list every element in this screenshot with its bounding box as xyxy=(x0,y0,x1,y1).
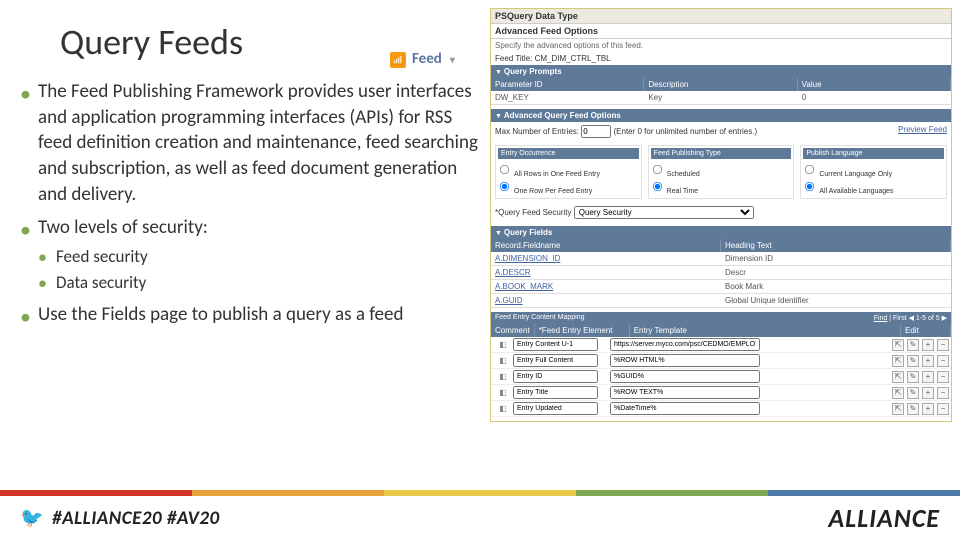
cell: Dimension ID xyxy=(721,252,951,265)
opt-hdr: Feed Publishing Type xyxy=(651,148,792,159)
add-icon[interactable]: + xyxy=(922,371,934,383)
cell: Descr xyxy=(721,266,951,279)
bullet-2: Two levels of security: Feed security Da… xyxy=(20,215,480,294)
col-heading: Heading Text xyxy=(721,239,951,252)
element-input[interactable] xyxy=(513,338,598,351)
comment-icon[interactable]: ◧ xyxy=(493,340,513,349)
query-fields-bar[interactable]: Query Fields xyxy=(491,226,951,239)
qfs-select[interactable]: Query Security xyxy=(574,206,754,219)
feed-title-row: Feed Title: CM_DIM_CTRL_TBL xyxy=(491,52,951,65)
comment-icon[interactable]: ◧ xyxy=(493,356,513,365)
cell: DW_KEY xyxy=(491,91,644,104)
footer: #ALLIANCE20 #AV20 ALLIANCE xyxy=(0,490,960,540)
element-input[interactable] xyxy=(513,386,598,399)
col-comment: Comment xyxy=(491,324,535,337)
lookup-icon[interactable]: ✎ xyxy=(907,387,919,399)
element-input[interactable] xyxy=(513,402,598,415)
del-icon[interactable]: − xyxy=(937,387,949,399)
comment-icon[interactable]: ◧ xyxy=(493,404,513,413)
lookup-icon[interactable]: ✎ xyxy=(907,355,919,367)
edit-icon[interactable]: ⇱ xyxy=(892,339,904,351)
query-prompts-bar[interactable]: Query Prompts xyxy=(491,65,951,78)
del-icon[interactable]: − xyxy=(937,339,949,351)
afo-subtitle: Specify the advanced options of this fee… xyxy=(491,39,951,52)
element-input[interactable] xyxy=(513,354,598,367)
edit-icon[interactable]: ⇱ xyxy=(892,355,904,367)
hashtags: #ALLIANCE20 #AV20 xyxy=(20,506,220,530)
lookup-icon[interactable]: ✎ xyxy=(907,339,919,351)
radio-realtime[interactable] xyxy=(653,182,662,191)
bullet-3: Use the Fields page to publish a query a… xyxy=(20,302,480,328)
field-link[interactable]: A.GUID xyxy=(495,296,523,305)
template-input[interactable] xyxy=(610,386,760,399)
max-entries-row: Max Number of Entries: (Enter 0 for unli… xyxy=(491,122,951,141)
find-link[interactable]: Find xyxy=(874,315,888,322)
element-input[interactable] xyxy=(513,370,598,383)
template-input[interactable] xyxy=(610,338,760,351)
edit-icon[interactable]: ⇱ xyxy=(892,403,904,415)
add-icon[interactable]: + xyxy=(922,355,934,367)
cell: 0 xyxy=(798,91,951,104)
opt-hdr: Publish Language xyxy=(803,148,944,159)
max-entries-input[interactable] xyxy=(581,125,611,138)
comment-icon[interactable]: ◧ xyxy=(493,388,513,397)
panel-header: PSQuery Data Type xyxy=(491,9,951,24)
edit-icon[interactable]: ⇱ xyxy=(892,371,904,383)
qfs-label: *Query Feed Security xyxy=(495,208,571,217)
edit-icon[interactable]: ⇱ xyxy=(892,387,904,399)
bullet-1: The Feed Publishing Framework provides u… xyxy=(20,79,480,207)
template-input[interactable] xyxy=(610,354,760,367)
feed-dropdown[interactable]: Feed xyxy=(390,50,455,68)
radio-alllang[interactable] xyxy=(805,182,814,191)
lookup-icon[interactable]: ✎ xyxy=(907,403,919,415)
col-template: Entry Template xyxy=(630,324,901,337)
opt-hdr: Entry Occurrence xyxy=(498,148,639,159)
add-icon[interactable]: + xyxy=(922,387,934,399)
map-title: Feed Entry Content Mapping xyxy=(495,314,585,322)
preview-feed-link[interactable]: Preview Feed xyxy=(898,125,947,134)
radio-allrows[interactable] xyxy=(500,165,509,174)
field-link[interactable]: A.DESCR xyxy=(495,268,531,277)
lookup-icon[interactable]: ✎ xyxy=(907,371,919,383)
col-fieldname: Record.Fieldname xyxy=(491,239,721,252)
afo-header: Advanced Feed Options xyxy=(491,24,951,39)
template-input[interactable] xyxy=(610,402,760,415)
aqfo-bar[interactable]: Advanced Query Feed Options xyxy=(491,109,951,122)
col-value: Value xyxy=(798,78,951,91)
radio-onerow[interactable] xyxy=(500,182,509,191)
add-icon[interactable]: + xyxy=(922,339,934,351)
field-link[interactable]: A.DIMENSION_ID xyxy=(495,254,560,263)
bullet-2b: Data security xyxy=(38,271,480,295)
alliance-logo: ALLIANCE xyxy=(828,502,940,534)
col-param-id: Parameter ID xyxy=(491,78,644,91)
radio-curlang[interactable] xyxy=(805,165,814,174)
cell: Global Unique Identifier xyxy=(721,294,951,307)
template-input[interactable] xyxy=(610,370,760,383)
add-icon[interactable]: + xyxy=(922,403,934,415)
col-edit: Edit xyxy=(901,324,951,337)
radio-scheduled[interactable] xyxy=(653,165,662,174)
col-desc: Description xyxy=(644,78,797,91)
col-element: *Feed Entry Element xyxy=(535,324,630,337)
comment-icon[interactable]: ◧ xyxy=(493,372,513,381)
bullet-2a: Feed security xyxy=(38,245,480,269)
del-icon[interactable]: − xyxy=(937,371,949,383)
psquery-panel: PSQuery Data Type Advanced Feed Options … xyxy=(490,8,952,422)
field-link[interactable]: A.BOOK_MARK xyxy=(495,282,553,291)
del-icon[interactable]: − xyxy=(937,355,949,367)
cell: Book Mark xyxy=(721,280,951,293)
del-icon[interactable]: − xyxy=(937,403,949,415)
cell: Key xyxy=(644,91,797,104)
